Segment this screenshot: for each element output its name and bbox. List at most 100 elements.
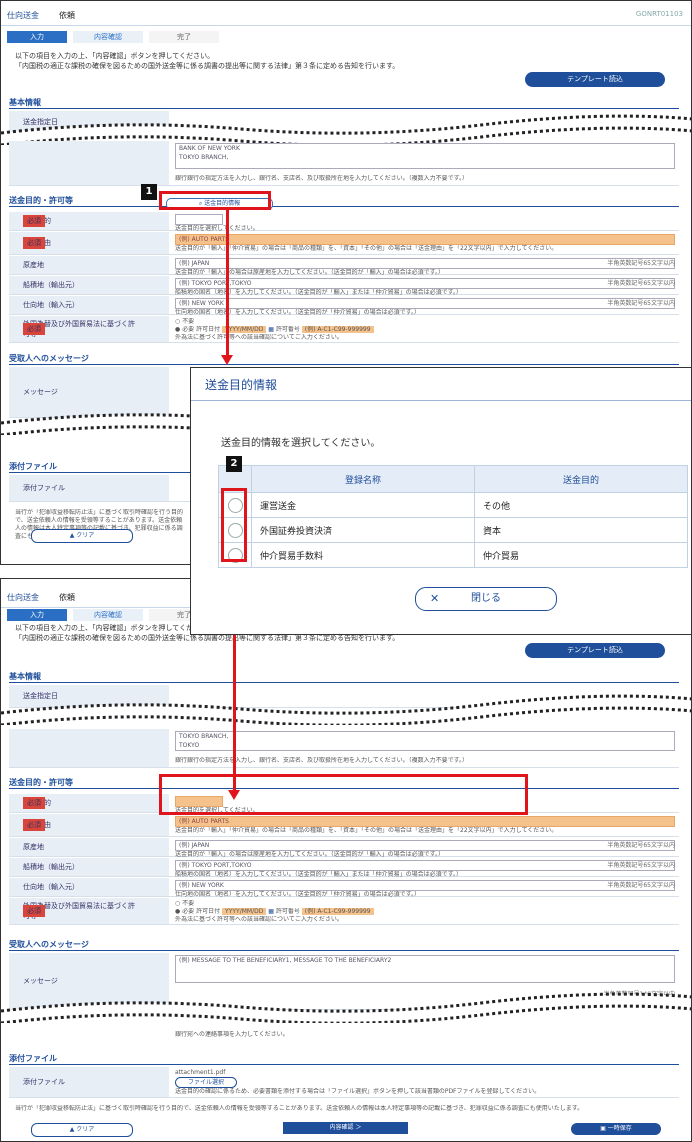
row-input[interactable]: (例) TOKYO PORT,TOKYO (175, 860, 675, 871)
option-label: 必要 (182, 908, 195, 915)
purpose-select[interactable] (175, 214, 223, 225)
number-label: 許可番号 (275, 326, 300, 333)
header-divider (1, 25, 691, 26)
bank-address-line: TOKYO BRANCH, (179, 154, 229, 161)
app-title: 仕向送金 (7, 593, 39, 602)
app-title: 仕向送金 (7, 11, 39, 20)
clear-button[interactable]: ▲ クリア (31, 1123, 133, 1137)
row-label-bg: 外国為替及び外国貿易法に基づく許可等必須 (9, 898, 169, 924)
progress-steps: 入力 内容確認 完了 (7, 31, 267, 43)
number-field[interactable]: (例) A-C1-C99-999999 (301, 326, 374, 333)
callout-badge-2: 2 (226, 456, 242, 472)
row-input[interactable]: (例) AUTO PARTS (175, 234, 675, 245)
row-attach: 添付ファイル attachment1.pdf ファイル選択 送金目的の確認に係る… (9, 1067, 679, 1098)
row-input[interactable]: (例) NEW YORK (175, 880, 675, 891)
permit-options[interactable]: ○ 不要 (175, 318, 675, 326)
required-badge: 必須 (23, 905, 45, 917)
purpose-table: 登録名称 送金目的 運営送金 その他 外国証券投資決済 資本 仲介貿易手数料 仲介貿易 (218, 465, 688, 568)
section-message: 受取人へのメッセージ (9, 353, 679, 365)
section-basic: 基本情報 (9, 97, 679, 109)
row-limit: 半角英数記号65文字以内 (607, 260, 675, 267)
purpose-row: 外国為替及び外国貿易法に基づく許可等必須○ 不要● 必要 許可日付 YYYY/M… (9, 898, 679, 925)
number-field[interactable]: (例) A-C1-C99-999999 (301, 908, 374, 915)
dialog-divider (191, 400, 691, 401)
row-input[interactable]: (例) AUTO PARTS (175, 816, 675, 827)
step-confirm: 内容確認 (73, 609, 143, 621)
row-value: (例) TOKYO PORT,TOKYO 船積地の国名（地名）を入力してください。… (175, 860, 675, 879)
row-label: 仕向地（輸入元） (23, 301, 79, 309)
date-field[interactable]: YYYY/MM/DD (222, 908, 267, 915)
message-textarea[interactable]: (例) MESSAGE TO THE BENEFICIARY1, MESSAGE… (175, 955, 675, 983)
row-value: (例) AUTO PARTS 送金目的が「輸入」「仲介貿易」の場合は「商品の種類」… (175, 816, 675, 835)
message-note: 銀行宛への連絡事項を入力してください。 (175, 1031, 289, 1038)
save-icon: ▣ (600, 1125, 608, 1132)
option-label: 不要 (182, 318, 195, 325)
save-draft-button[interactable]: ▣ 一時保存 (571, 1123, 661, 1135)
step-confirm: 内容確認 (73, 31, 143, 43)
intro-line-2: 「内国税の適正な課税の確保を図るための国外送金等に係る調書の提出等に関する法律」… (15, 62, 400, 70)
dialog-prompt: 送金目的情報を選択してください。 (221, 438, 381, 449)
dialog-title: 送金目的情報 (205, 378, 278, 392)
option-label: 必要 (182, 326, 195, 333)
callout-badge-1: 1 (141, 184, 157, 200)
calendar-icon[interactable]: ▦ (266, 326, 275, 333)
template-load-button[interactable]: テンプレート読込 (525, 643, 665, 658)
purpose-row: 外国為替及び外国貿易法に基づく許可等必須○ 不要● 必要 許可日付 YYYY/M… (9, 316, 679, 343)
row-value: ○ 不要 ● 必要 許可日付 YYYY/MM/DD ▦ 許可番号 (例) A-C1… (175, 318, 675, 342)
row-input[interactable]: (例) NEW YORK (175, 298, 675, 309)
row-label: 仕向地（輸入元） (23, 883, 79, 891)
row-input[interactable]: (例) JAPAN (175, 840, 675, 851)
row-limit: 半角英数記号65文字以内 (607, 842, 675, 849)
choose-file-button[interactable]: ファイル選択 (175, 1077, 237, 1088)
purpose-row: 送金理由必須 (例) AUTO PARTS送金目的が「輸入」「仲介貿易」の場合は「… (9, 814, 679, 837)
page-title: 依頼 (59, 11, 75, 20)
number-label: 許可番号 (275, 908, 300, 915)
purpose-row: 船積地（輸出元） (例) TOKYO PORT,TOKYO 船積地の国名（地名）を入… (9, 276, 679, 296)
attached-file-name: attachment1.pdf (175, 1069, 226, 1076)
chevron-right-icon: ＞ (353, 1124, 362, 1131)
close-dialog-button[interactable]: ✕ 閉じる (415, 587, 557, 611)
row-label-bg (9, 729, 169, 767)
confirm-label: 内容確認 (329, 1124, 354, 1131)
row-label-bg: 送金目的必須 (9, 212, 169, 230)
table-row[interactable]: 外国証券投資決済 資本 (218, 517, 688, 543)
row-label: メッセージ (23, 977, 58, 985)
column-header: 登録名称 (251, 465, 475, 493)
row-label-bg: 送金目的必須 (9, 794, 169, 812)
registered-name-cell: 仲介貿易手数料 (251, 542, 475, 568)
permit-detail: ● 必要 許可日付 YYYY/MM/DD ▦ 許可番号 (例) A-C1-C99… (175, 326, 675, 334)
step-complete: 完了 (149, 31, 219, 43)
callout-box-result (159, 774, 528, 815)
row-label-bg: 添付ファイル (9, 475, 169, 501)
row-bank-info: TOKYO BRANCH, TOKYO 銀行銀行の指定方法を入力し、銀行名、支店… (9, 729, 679, 768)
close-label: 閉じる (471, 593, 501, 604)
row-input[interactable]: (例) TOKYO PORT,TOKYO (175, 278, 675, 289)
required-badge: 必須 (23, 215, 45, 227)
bank-address-field[interactable]: TOKYO BRANCH, TOKYO (175, 731, 675, 751)
table-row[interactable]: 仲介貿易手数料 仲介貿易 (218, 542, 688, 568)
row-label: 原産地 (23, 843, 44, 851)
bank-address-line: TOKYO BRANCH, (179, 733, 229, 740)
calendar-icon[interactable]: ▦ (266, 908, 275, 915)
bank-address-line: BANK OF NEW YORK (179, 145, 240, 152)
section-basic: 基本情報 (9, 671, 679, 683)
date-label: 許可日付 (196, 908, 221, 915)
clear-button[interactable]: ▲ クリア (31, 529, 133, 543)
purpose-cell: 資本 (474, 517, 688, 543)
row-value: ○ 不要 ● 必要 許可日付 YYYY/MM/DD ▦ 許可番号 (例) A-C1… (175, 900, 675, 924)
permit-options[interactable]: ○ 不要 (175, 900, 675, 908)
table-row[interactable]: 運営送金 その他 (218, 492, 688, 518)
bank-address-field[interactable]: BANK OF NEW YORK TOKYO BRANCH, (175, 143, 675, 169)
row-input[interactable]: (例) JAPAN (175, 258, 675, 269)
row-label: 船積地（輸出元） (23, 863, 79, 871)
template-load-button[interactable]: テンプレート読込 (525, 72, 665, 87)
confirm-button[interactable]: 内容確認 ＞ (283, 1122, 408, 1134)
row-label: メッセージ (23, 388, 58, 396)
purpose-row: 仕向地（輸入元） (例) NEW YORK 仕向地の国名（地名）を入力してください。… (9, 878, 679, 898)
option-label: 不要 (182, 900, 195, 907)
row-label-bg: 送金理由必須 (9, 814, 169, 836)
registered-name-cell: 外国証券投資決済 (251, 517, 475, 543)
required-badge: 必須 (23, 819, 45, 831)
message-value: (例) MESSAGE TO THE BENEFICIARY1, MESSAGE… (175, 955, 675, 998)
row-label-bg: 外国為替及び外国貿易法に基づく許可等必須 (9, 316, 169, 342)
